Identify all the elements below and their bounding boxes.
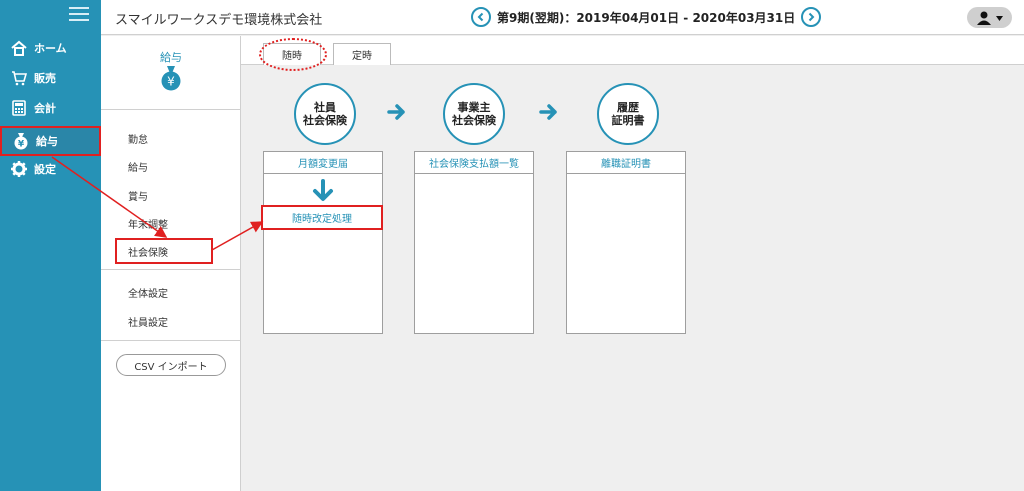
home-icon	[10, 39, 28, 57]
nav-label-payroll: 給与	[36, 135, 58, 148]
company-name: スマイルワークスデモ環境株式会社	[115, 13, 323, 28]
money-bag-icon: ¥	[12, 132, 30, 150]
subnav-item-bonus[interactable]: 賞与	[128, 188, 148, 203]
nav-label-settings: 設定	[34, 163, 56, 176]
column-header[interactable]: 月額変更届	[264, 152, 382, 174]
subnav-item-salary[interactable]: 給与	[128, 159, 148, 174]
nav-item-accounting[interactable]: 会計	[0, 94, 101, 122]
occasional-revision-button[interactable]: 随時改定処理	[261, 205, 383, 230]
user-icon	[976, 11, 1003, 25]
nav-item-settings[interactable]: 設定	[0, 155, 101, 183]
focus-highlight-ring	[259, 38, 327, 71]
prev-period-button[interactable]	[471, 7, 491, 27]
payroll-subnav: 給与 ¥ 勤怠 給与 賞与 年末調整 社会保険 全体設定 社員設定 CSV イン…	[101, 36, 241, 491]
step-history-certificate: 履歴 証明書	[597, 83, 659, 145]
nav-label-accounting: 会計	[34, 102, 56, 115]
csv-import-button[interactable]: CSV インポート	[116, 354, 226, 376]
nav-label-home: ホーム	[34, 42, 67, 55]
tab-bar: 随時 定時	[241, 36, 1024, 65]
divider	[101, 269, 241, 270]
column-header[interactable]: 社会保険支払額一覧	[415, 152, 533, 174]
step-label: 証明書	[611, 114, 645, 127]
subnav-item-general-settings[interactable]: 全体設定	[128, 285, 168, 300]
period-label: 第9期(翌期)：2019年04月01日 - 2020年03月31日	[497, 10, 796, 25]
nav-item-sales[interactable]: 販売	[0, 64, 101, 92]
arrow-right-icon	[387, 104, 405, 120]
column-payment-list: 社会保険支払額一覧	[414, 151, 534, 334]
main-sidebar: ホーム 販売 会計 ¥ 給与 設定	[0, 0, 101, 491]
column-separation-certificate: 離職証明書	[566, 151, 686, 334]
step-employee-insurance: 社員 社会保険	[294, 83, 356, 145]
arrow-right-icon	[539, 104, 557, 120]
nav-label-sales: 販売	[34, 72, 56, 85]
subnav-item-year-end[interactable]: 年末調整	[128, 216, 168, 231]
next-period-button[interactable]	[801, 7, 822, 27]
user-menu-button[interactable]	[967, 7, 1012, 28]
subnav-item-attendance[interactable]: 勤怠	[128, 131, 148, 146]
step-employer-insurance: 事業主 社会保険	[443, 83, 505, 145]
step-label: 社員	[314, 101, 336, 114]
calculator-icon	[10, 99, 28, 117]
arrow-down-icon	[313, 179, 333, 201]
svg-text:¥: ¥	[18, 140, 25, 150]
money-bag-icon: ¥	[161, 66, 181, 91]
step-label: 社会保険	[303, 114, 347, 127]
step-label: 事業主	[457, 101, 491, 114]
step-label: 社会保険	[452, 114, 496, 127]
gear-icon	[10, 160, 28, 178]
nav-item-home[interactable]: ホーム	[0, 34, 101, 62]
column-monthly-change: 月額変更届 随時改定処理	[261, 151, 383, 334]
subnav-item-social-insurance[interactable]: 社会保険	[115, 238, 213, 264]
divider	[101, 340, 241, 341]
period-selector: 第9期(翌期)：2019年04月01日 - 2020年03月31日	[471, 7, 822, 27]
column-header[interactable]: 離職証明書	[567, 152, 685, 174]
cart-icon	[10, 69, 28, 87]
nav-item-payroll[interactable]: ¥ 給与	[0, 126, 101, 156]
tab-regular[interactable]: 定時	[333, 43, 391, 65]
step-label: 履歴	[617, 101, 639, 114]
divider	[101, 109, 241, 110]
top-header: スマイルワークスデモ環境株式会社 第9期(翌期)：2019年04月01日 - 2…	[101, 0, 1024, 35]
svg-text:¥: ¥	[167, 75, 175, 89]
subnav-item-employee-settings[interactable]: 社員設定	[128, 314, 168, 329]
hamburger-menu-icon[interactable]	[69, 7, 89, 23]
subnav-title: 給与	[160, 51, 182, 64]
